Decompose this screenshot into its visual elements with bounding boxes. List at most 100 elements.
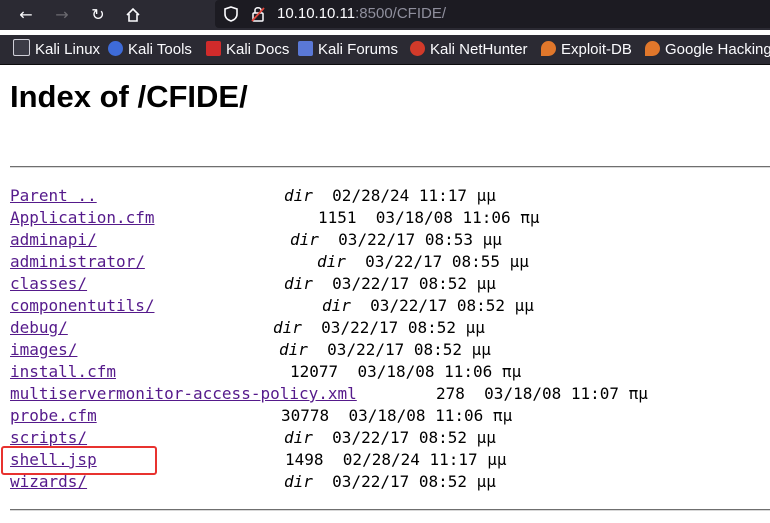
- bookmark-kali-forums[interactable]: Kali Forums: [298, 35, 398, 64]
- entry-date: 03/22/17 08:52 μμ: [370, 296, 534, 315]
- entry-date: 02/28/24 11:17 μμ: [342, 450, 507, 469]
- entry-size: 1498: [285, 450, 324, 469]
- bookmark-kali-nethunter[interactable]: Kali NetHunter: [410, 35, 528, 64]
- page-title: Index of /CFIDE/: [10, 79, 248, 114]
- kali-tools-icon: [108, 41, 123, 56]
- entry-link[interactable]: adminapi/: [10, 229, 97, 251]
- entry-meta: dir 03/22/17 08:55 μμ: [317, 251, 529, 273]
- entry-size: dir: [290, 230, 319, 249]
- entry-link[interactable]: install.cfm: [10, 361, 116, 383]
- browser-toolbar: ← → ↻ 10.10.10.11:8500/CFIDE/: [0, 0, 770, 30]
- bookmark-kali-linux[interactable]: Kali Linux: [13, 35, 100, 64]
- entry-link[interactable]: probe.cfm: [10, 405, 97, 427]
- url-text: 10.10.10.11:8500/CFIDE/: [277, 0, 446, 28]
- highlight-box: [1, 446, 157, 475]
- entry-size: dir: [284, 472, 313, 491]
- bottom-divider: [10, 509, 770, 511]
- bookmark-exploit-db[interactable]: Exploit-DB: [541, 35, 632, 64]
- top-divider: [10, 166, 770, 168]
- bookmarks-bar: Kali Linux Kali Tools Kali Docs Kali For…: [0, 35, 770, 65]
- entry-meta: dir 03/22/17 08:53 μμ: [290, 229, 502, 251]
- entry-size: dir: [322, 296, 351, 315]
- entry-link[interactable]: Application.cfm: [10, 207, 155, 229]
- bookmark-kali-tools[interactable]: Kali Tools: [108, 35, 192, 64]
- entry-link[interactable]: componentutils/: [10, 295, 155, 317]
- insecure-lock-icon[interactable]: [249, 5, 267, 23]
- entry-size: dir: [284, 274, 313, 293]
- entry-date: 03/18/08 11:07 πμ: [484, 384, 648, 403]
- entry-date: 03/22/17 08:52 μμ: [332, 472, 496, 491]
- entry-size: dir: [284, 186, 313, 205]
- list-item: componentutils/dir 03/22/17 08:52 μμ: [0, 295, 770, 317]
- url-host: 10.10.10.11: [277, 5, 356, 22]
- entry-meta: dir 02/28/24 11:17 μμ: [284, 185, 496, 207]
- list-item: probe.cfm 30778 03/18/08 11:06 πμ: [0, 405, 770, 427]
- url-path: :8500/CFIDE/: [355, 5, 447, 22]
- entry-date: 03/22/17 08:52 μμ: [332, 428, 496, 447]
- bookmark-label: Kali Linux: [35, 41, 101, 58]
- kali-dragon-icon: [13, 39, 30, 56]
- list-item: multiservermonitor-access-policy.xml 278 …: [0, 383, 770, 405]
- entry-meta: 1151 03/18/08 11:06 πμ: [318, 207, 540, 229]
- entry-meta: dir 03/22/17 08:52 μμ: [322, 295, 534, 317]
- list-item: administrator/dir 03/22/17 08:55 μμ: [0, 251, 770, 273]
- bookmark-label: Kali NetHunter: [430, 41, 528, 58]
- address-bar[interactable]: 10.10.10.11:8500/CFIDE/: [215, 0, 770, 28]
- home-icon[interactable]: [121, 3, 145, 27]
- entry-link[interactable]: administrator/: [10, 251, 145, 273]
- entry-link[interactable]: multiservermonitor-access-policy.xml: [10, 383, 357, 405]
- entry-date: 03/18/08 11:06 πμ: [375, 208, 540, 227]
- entry-meta: dir 03/22/17 08:52 μμ: [284, 471, 496, 493]
- entry-link[interactable]: Parent ..: [10, 185, 97, 207]
- entry-meta: dir 03/22/17 08:52 μμ: [284, 427, 496, 449]
- back-icon[interactable]: ←: [14, 3, 38, 27]
- google-hacking-icon: [645, 41, 660, 56]
- entry-size: dir: [273, 318, 302, 337]
- entry-meta: dir 03/22/17 08:52 μμ: [273, 317, 485, 339]
- entry-size: 30778: [281, 406, 330, 425]
- entry-meta: 12077 03/18/08 11:06 πμ: [290, 361, 521, 383]
- entry-date: 02/28/24 11:17 μμ: [332, 186, 496, 205]
- entry-date: 03/22/17 08:52 μμ: [321, 318, 485, 337]
- bookmark-label: Kali Forums: [318, 41, 399, 58]
- exploit-db-icon: [541, 41, 556, 56]
- entry-meta: dir 03/22/17 08:52 μμ: [284, 273, 496, 295]
- bookmark-label: Exploit-DB: [561, 41, 632, 58]
- entry-size: 1151: [318, 208, 357, 227]
- bookmark-label: Google Hacking: [665, 41, 770, 58]
- entry-date: 03/22/17 08:52 μμ: [332, 274, 496, 293]
- entry-size: 278: [436, 384, 465, 403]
- kali-docs-icon: [206, 41, 221, 56]
- page-content: Index of /CFIDE/ Parent .. dir 02/28/24 1…: [0, 65, 770, 523]
- entry-meta: 278 03/18/08 11:07 πμ: [436, 383, 648, 405]
- list-item: adminapi/dir 03/22/17 08:53 μμ: [0, 229, 770, 251]
- entry-size: 12077: [290, 362, 339, 381]
- entry-date: 03/18/08 11:06 πμ: [348, 406, 513, 425]
- bookmark-google-hacking[interactable]: Google Hacking: [645, 35, 770, 64]
- entry-size: dir: [279, 340, 308, 359]
- entry-link[interactable]: images/: [10, 339, 77, 361]
- bookmark-label: Kali Tools: [128, 41, 192, 58]
- forward-icon[interactable]: →: [50, 3, 74, 27]
- reload-icon[interactable]: ↻: [86, 3, 110, 27]
- entry-link[interactable]: classes/: [10, 273, 87, 295]
- entry-size: dir: [284, 428, 313, 447]
- entry-date: 03/18/08 11:06 πμ: [357, 362, 522, 381]
- list-item: debug/dir 03/22/17 08:52 μμ: [0, 317, 770, 339]
- bookmark-kali-docs[interactable]: Kali Docs: [206, 35, 289, 64]
- kali-forums-icon: [298, 41, 313, 56]
- entry-size: dir: [317, 252, 346, 271]
- entry-meta: 30778 03/18/08 11:06 πμ: [281, 405, 512, 427]
- entry-meta: dir 03/22/17 08:52 μμ: [279, 339, 491, 361]
- list-item: Parent .. dir 02/28/24 11:17 μμ: [0, 185, 770, 207]
- list-item: classes/dir 03/22/17 08:52 μμ: [0, 273, 770, 295]
- kali-nethunter-icon: [410, 41, 425, 56]
- bookmark-label: Kali Docs: [226, 41, 290, 58]
- entry-date: 03/22/17 08:55 μμ: [365, 252, 529, 271]
- entry-link[interactable]: debug/: [10, 317, 68, 339]
- shield-icon[interactable]: [222, 5, 240, 23]
- entry-date: 03/22/17 08:52 μμ: [327, 340, 491, 359]
- list-item: install.cfm 12077 03/18/08 11:06 πμ: [0, 361, 770, 383]
- list-item: images/dir 03/22/17 08:52 μμ: [0, 339, 770, 361]
- entry-date: 03/22/17 08:53 μμ: [338, 230, 502, 249]
